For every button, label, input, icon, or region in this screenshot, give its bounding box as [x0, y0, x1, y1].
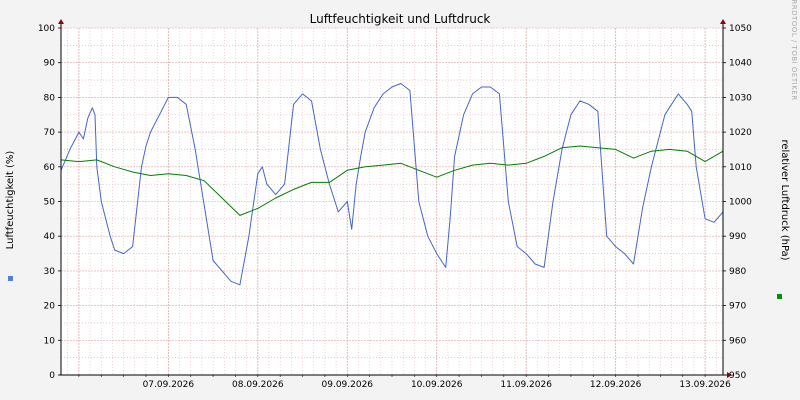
y-axis-left-label: Luftfeuchtigkeit (%) [5, 151, 16, 250]
y-right-tick-label: 1030 [729, 93, 752, 103]
y-left-tick-label: 50 [44, 198, 56, 208]
legend-pressure-marker [777, 294, 782, 299]
x-tick-label: 08.09.2026 [232, 380, 284, 390]
y-right-tick-label: 980 [729, 267, 746, 277]
y-left-tick-label: 10 [44, 336, 56, 346]
y-axis-right-label: relativer Luftdruck (hPa) [779, 139, 790, 260]
x-tick-label: 09.09.2026 [322, 380, 374, 390]
y-right-tick-label: 950 [729, 371, 746, 381]
y-right-tick-label: 990 [729, 232, 746, 242]
x-tick-label: 12.09.2026 [590, 380, 642, 390]
x-tick-label: 11.09.2026 [500, 380, 552, 390]
watermark: RRDTOOL / TOBI OETIKER [790, 0, 798, 101]
y-right-tick-label: 1020 [729, 128, 752, 138]
y-right-tick-label: 970 [729, 302, 746, 312]
y-left-tick-label: 20 [44, 302, 56, 312]
y-left-tick-label: 30 [44, 267, 56, 277]
chart: 0 10 20 30 40 50 60 70 80 90 100 950 960 970 980 990 100… [0, 0, 800, 400]
y-right-tick-label: 1000 [729, 198, 752, 208]
x-tick-label: 13.09.2026 [679, 380, 731, 390]
x-tick-label: 07.09.2026 [143, 380, 195, 390]
legend-humidity-marker [8, 276, 13, 281]
y-left-tick-label: 80 [44, 93, 56, 103]
y-left-tick-label: 100 [38, 24, 55, 34]
y-right-tick-label: 1050 [729, 24, 752, 34]
chart-svg: 0102030405060708090100950960970980990100… [0, 0, 800, 400]
y-left-tick-label: 0 [49, 371, 55, 381]
y-left-tick-label: 40 [44, 232, 56, 242]
y-right-tick-label: 1010 [729, 163, 752, 173]
y-right-tick-label: 1040 [729, 59, 752, 69]
y-left-tick-label: 70 [44, 128, 56, 138]
chart-title: Luftfeuchtigkeit und Luftdruck [310, 12, 491, 26]
y-right-tick-label: 960 [729, 336, 746, 346]
x-tick-label: 10.09.2026 [411, 380, 463, 390]
y-left-tick-label: 90 [44, 59, 56, 69]
y-left-tick-label: 60 [44, 163, 56, 173]
